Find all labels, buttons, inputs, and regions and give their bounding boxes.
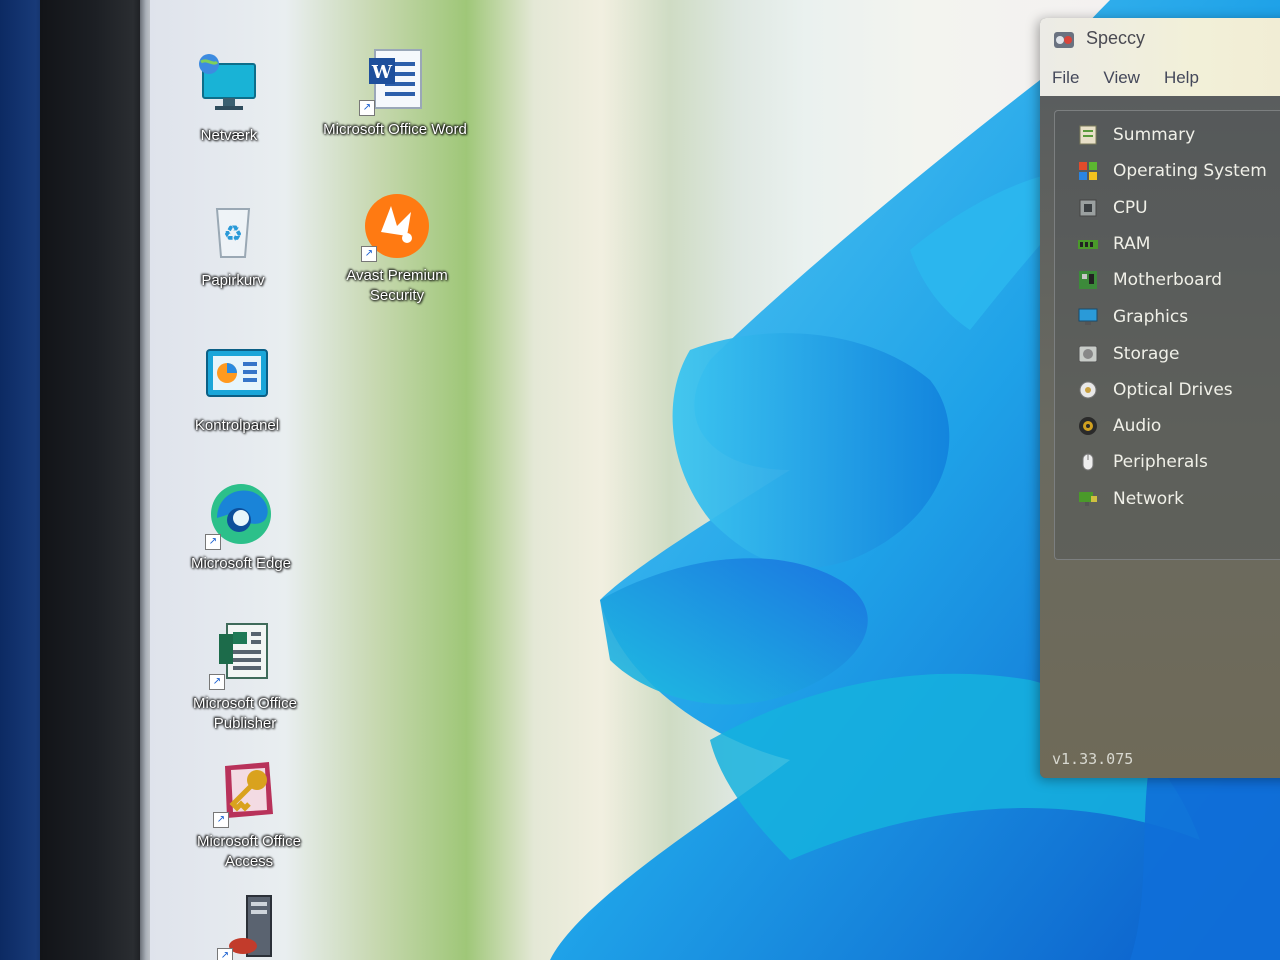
summary-icon [1077, 124, 1099, 146]
network-icon [1077, 488, 1099, 510]
word-icon: W ↗ [359, 44, 431, 116]
speccy-window[interactable]: Speccy File View Help Summary Operating … [1040, 18, 1280, 778]
svg-text:♻: ♻ [223, 222, 243, 247]
desktop-icon-label: Netværk [200, 127, 258, 144]
shortcut-arrow-icon: ↗ [213, 812, 229, 828]
desktop-icon-network[interactable]: Netværk [154, 50, 304, 146]
desktop-icon-publisher[interactable]: ↗ Microsoft Office Publisher [170, 618, 320, 734]
nav-item-ram[interactable]: RAM [1077, 230, 1150, 258]
shortcut-arrow-icon: ↗ [359, 100, 375, 116]
shortcut-arrow-icon: ↗ [205, 534, 221, 550]
windows-icon [1077, 160, 1099, 182]
speccy-body: Summary Operating System CPU RAM Motherb… [1040, 96, 1280, 778]
desktop-icon-edge[interactable]: ↗ Microsoft Edge [166, 478, 316, 574]
desktop-icon-avast[interactable]: ↗ Avast Premium Security [322, 190, 472, 306]
speccy-nav-panel: Summary Operating System CPU RAM Motherb… [1054, 110, 1280, 560]
shortcut-arrow-icon: ↗ [361, 246, 377, 262]
shortcut-arrow-icon: ↗ [217, 948, 233, 960]
motherboard-icon [1077, 269, 1099, 291]
nav-item-motherboard[interactable]: Motherboard [1077, 266, 1222, 294]
speccy-titlebar[interactable]: Speccy File View Help [1040, 18, 1280, 96]
desktop-icon-access[interactable]: ↗ Microsoft Office Access [174, 756, 324, 872]
desktop-icon-word[interactable]: W ↗ Microsoft Office Word [320, 44, 470, 140]
recycle-bin-icon: ♻ [197, 195, 269, 267]
nav-label: Storage [1113, 344, 1180, 364]
desktop-icon-label: Avast Premium Security [346, 267, 448, 304]
nav-label: Peripherals [1113, 452, 1208, 472]
nav-item-peripherals[interactable]: Peripherals [1077, 448, 1208, 476]
nav-label: Optical Drives [1113, 380, 1233, 400]
mouse-icon [1077, 451, 1099, 473]
cpu-icon [1077, 197, 1099, 219]
nav-item-operating-system[interactable]: Operating System [1077, 157, 1267, 185]
graphics-icon [1077, 306, 1099, 328]
server-icon: ↗ [217, 892, 289, 960]
desktop-icon-label: Microsoft Office Word [323, 121, 467, 138]
nav-item-summary[interactable]: Summary [1077, 121, 1195, 149]
window-title: Speccy [1086, 28, 1146, 48]
desktop-icon-recycle-bin[interactable]: ♻ Papirkurv [158, 195, 308, 291]
access-icon: ↗ [213, 756, 285, 828]
desktop-icon-label: Microsoft Edge [190, 555, 292, 572]
network-icon [193, 50, 265, 122]
version-label: v1.33.075 [1052, 750, 1134, 768]
svg-text:W: W [371, 62, 393, 83]
desktop-icon-control-panel[interactable]: Kontrolpanel [162, 340, 312, 436]
nav-label: Audio [1113, 416, 1162, 436]
control-panel-icon [201, 340, 273, 412]
nav-label: Motherboard [1113, 270, 1223, 290]
nav-item-graphics[interactable]: Graphics [1077, 303, 1188, 331]
nav-item-storage[interactable]: Storage [1077, 340, 1180, 368]
nav-item-cpu[interactable]: CPU [1077, 194, 1148, 222]
monitor-bezel [40, 0, 150, 960]
nav-label: Operating System [1113, 161, 1267, 181]
menu-view[interactable]: View [1101, 66, 1142, 90]
storage-icon [1077, 343, 1099, 365]
nav-label: RAM [1113, 234, 1151, 254]
nav-item-audio[interactable]: Audio [1077, 412, 1161, 440]
nav-label: Graphics [1113, 307, 1189, 327]
desktop-icon-partial[interactable]: ↗ [178, 892, 328, 960]
ram-icon [1077, 233, 1099, 255]
optical-drive-icon [1077, 379, 1099, 401]
publisher-icon: ↗ [209, 618, 281, 690]
desktop-icon-label: Microsoft Office Access [197, 833, 301, 870]
desktop-icon-label: Kontrolpanel [194, 417, 280, 434]
avast-icon: ↗ [361, 190, 433, 262]
menu-file[interactable]: File [1050, 66, 1081, 90]
nav-item-optical-drives[interactable]: Optical Drives [1077, 376, 1233, 404]
shortcut-arrow-icon: ↗ [209, 674, 225, 690]
desktop-icon-label: Microsoft Office Publisher [193, 695, 297, 732]
nav-label: Network [1113, 489, 1184, 509]
nav-label: Summary [1113, 125, 1196, 145]
desktop-icon-label: Papirkurv [201, 272, 265, 289]
menu-help[interactable]: Help [1162, 66, 1201, 90]
audio-icon [1077, 415, 1099, 437]
menu-bar: File View Help [1050, 66, 1201, 90]
edge-icon: ↗ [205, 478, 277, 550]
nav-item-network[interactable]: Network [1077, 485, 1184, 513]
nav-label: CPU [1113, 198, 1148, 218]
speccy-logo-icon [1054, 32, 1074, 48]
